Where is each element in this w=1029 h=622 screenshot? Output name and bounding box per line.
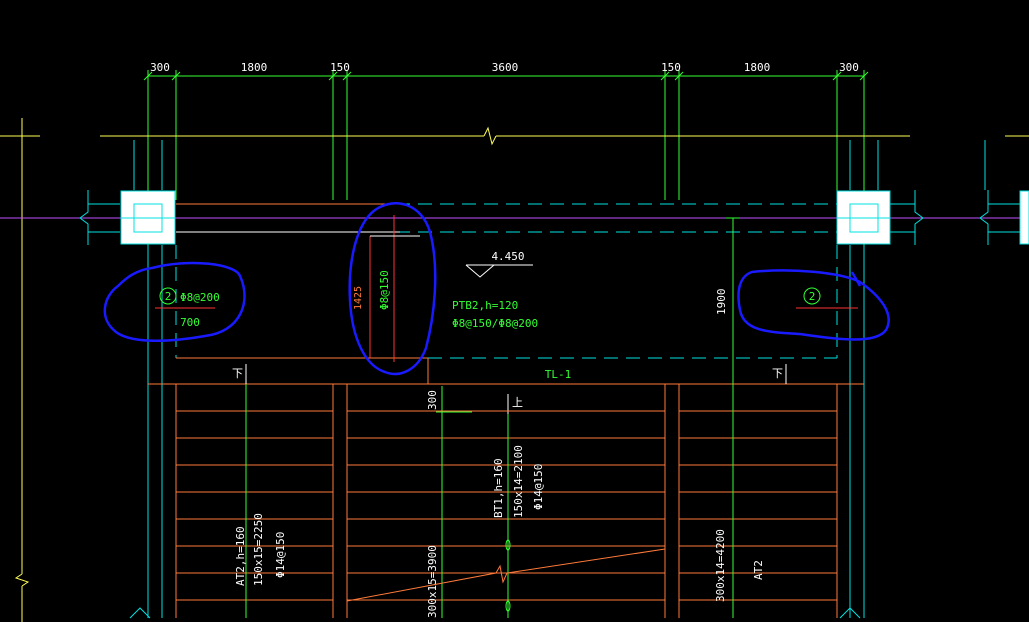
dim-1425: 1425: [353, 286, 364, 310]
dim-1900: 1900: [715, 289, 728, 316]
dim-top-150-left: 150: [330, 61, 350, 74]
stair-left-rebar: Φ14@150: [274, 532, 287, 578]
dim-top-1800-right: 1800: [744, 61, 771, 74]
column-left: [120, 190, 176, 245]
down-marker-left: 下: [232, 367, 243, 380]
right-rebar-marker-number: 2: [809, 290, 816, 303]
column-far-right: [1019, 190, 1029, 245]
markup-circle-left: [103, 261, 246, 342]
dim-top-150-right: 150: [661, 61, 681, 74]
stair-left-steps: 150x15=2250: [252, 513, 265, 586]
elevation-text: 4.450: [491, 250, 524, 263]
stair-left-name: AT2,h=160: [234, 526, 247, 586]
markup-circle-right: [737, 269, 890, 341]
column-right: [836, 190, 891, 245]
dim-top-3600: 3600: [492, 61, 519, 74]
down-marker-right: 下: [772, 367, 783, 380]
stair-stringers: [175, 384, 838, 618]
dim-top-300-left: 300: [150, 61, 170, 74]
elevation-marker: [465, 264, 533, 278]
stair-right-run: 300x14=4200: [714, 529, 727, 602]
stair-left-run: 300x15=3900: [426, 545, 439, 618]
stair-mid-name: BT1,h=160: [492, 458, 505, 518]
stair-right-name: AT2: [752, 560, 765, 580]
left-rebar-marker-number: 2: [165, 290, 172, 303]
stair-mid-rebar: Φ14@150: [532, 464, 545, 510]
dim-300-side: 300: [426, 390, 439, 410]
dim-top-300-right: 300: [839, 61, 859, 74]
stair-mid-steps: 150x14=2100: [512, 445, 525, 518]
left-rebar-spec: Φ8@200: [180, 291, 220, 304]
dim-top-1800-left: 1800: [241, 61, 268, 74]
slab-rebar: Φ8@150/Φ8@200: [452, 317, 538, 330]
mid-rebar-spec: Φ8@150: [378, 270, 391, 310]
landing-slab: [148, 203, 864, 385]
landing-rebar-lines: [155, 215, 858, 362]
left-rebar-length: 700: [180, 316, 200, 329]
up-marker-mid: 上: [512, 396, 523, 409]
beam-label: TL-1: [545, 368, 572, 381]
slab-label: PTB2,h=120: [452, 299, 518, 312]
cad-drawing-canvas[interactable]: 300 1800 150 3600 150 1800 300 4.450 PTB…: [0, 0, 1029, 622]
